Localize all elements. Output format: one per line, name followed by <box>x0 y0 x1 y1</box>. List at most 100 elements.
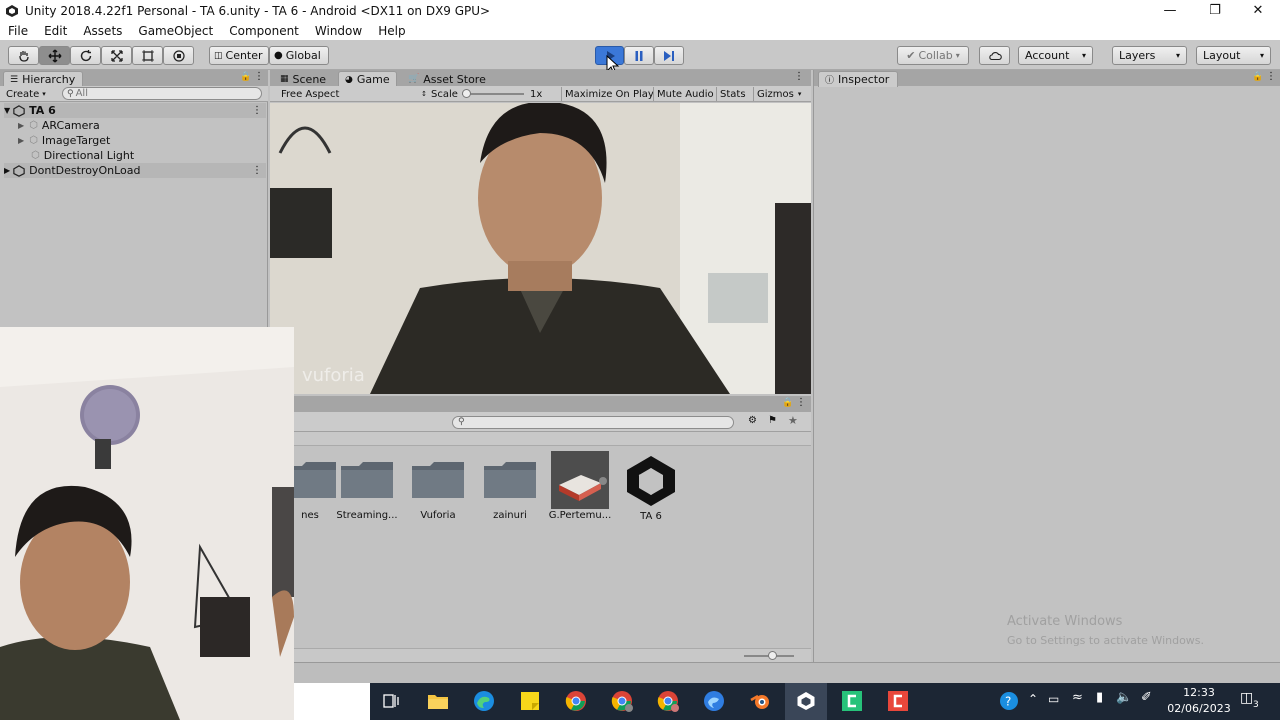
chrome-icon[interactable] <box>655 688 681 714</box>
taskbar-search-box[interactable] <box>294 683 370 720</box>
lock-icon[interactable]: 🔒 <box>1252 72 1263 82</box>
edge-glyph <box>474 691 494 711</box>
scale-slider[interactable] <box>462 89 524 98</box>
collab-button[interactable]: ✔ Collab ▾ <box>897 46 969 65</box>
project-item-folder[interactable]: Vuforia <box>403 458 473 521</box>
restore-icon[interactable]: ❐ <box>1192 0 1238 21</box>
microphone-icon[interactable]: ▮ <box>1096 690 1103 705</box>
hierarchy-tabbar: ☰ Hierarchy 🔒 ⋮ <box>0 70 268 87</box>
panel-menu-icon[interactable]: ⋮ <box>794 71 804 82</box>
sticky-notes-icon[interactable] <box>517 688 543 714</box>
pause-button[interactable] <box>624 46 654 65</box>
folder-icon <box>484 462 536 498</box>
grid-icon: ▦ <box>280 74 289 84</box>
blender-icon[interactable] <box>747 688 773 714</box>
chrome-icon[interactable] <box>609 688 635 714</box>
menu-file[interactable]: File <box>0 24 36 38</box>
project-item-scene[interactable]: TA 6 <box>616 456 686 522</box>
tab-scene[interactable]: ▦ Scene <box>274 71 332 87</box>
icon-size-slider-handle[interactable] <box>768 651 777 660</box>
tab-inspector[interactable]: ⓘ Inspector <box>818 71 898 87</box>
tab-game[interactable]: ◕ Game <box>338 71 397 87</box>
maximize-on-play-toggle[interactable]: Maximize On Play <box>561 87 657 101</box>
scene-row[interactable]: ▼ TA 6 ⋮ <box>4 103 266 118</box>
hand-tool-button[interactable] <box>8 46 39 65</box>
check-icon: ✔ <box>906 49 916 62</box>
project-item-folder[interactable]: Streaming... <box>332 458 402 521</box>
menu-assets[interactable]: Assets <box>75 24 130 38</box>
account-dropdown[interactable]: Account ▾ <box>1018 46 1093 65</box>
mute-audio-toggle[interactable]: Mute Audio <box>653 87 717 101</box>
rotate-tool-button[interactable] <box>70 46 101 65</box>
create-dropdown[interactable]: Create ▾ <box>6 87 46 101</box>
menu-component[interactable]: Component <box>221 24 307 38</box>
cloud-button[interactable] <box>979 46 1010 65</box>
close-icon[interactable]: ✕ <box>1235 0 1280 21</box>
space-global-button[interactable]: ● Global <box>269 46 329 65</box>
hierarchy-item-label: ARCamera <box>41 119 100 132</box>
dontdestroy-row[interactable]: ▶ DontDestroyOnLoad ⋮ <box>4 163 266 178</box>
menu-gameobject[interactable]: GameObject <box>130 24 221 38</box>
aspect-dropdown[interactable]: Free Aspect ↕ <box>281 87 427 101</box>
edge-beta-icon[interactable] <box>701 688 727 714</box>
file-explorer-icon[interactable] <box>425 688 451 714</box>
project-search-input[interactable]: ⚲ <box>452 416 734 429</box>
volume-icon[interactable]: 🔈 <box>1116 690 1132 705</box>
task-view-icon[interactable] <box>378 688 404 714</box>
activate-windows-subtitle: Go to Settings to activate Windows. <box>1007 634 1205 647</box>
notification-center-button[interactable]: ◫ 3 <box>1240 690 1264 714</box>
tab-asset-store[interactable]: 🛒 Asset Store <box>402 71 492 87</box>
project-item-label: zainuri <box>493 510 527 521</box>
hierarchy-item[interactable]: ▶ ⬡ ARCamera <box>18 118 100 133</box>
stats-toggle[interactable]: Stats <box>716 87 749 101</box>
hierarchy-item[interactable]: ▶ ⬡ ImageTarget <box>18 133 110 148</box>
menu-window[interactable]: Window <box>307 24 370 38</box>
project-item-folder[interactable]: zainuri <box>475 458 545 521</box>
project-item-model[interactable]: G.Pertemu... <box>545 451 615 521</box>
rect-tool-button[interactable] <box>132 46 163 65</box>
battery-icon[interactable]: ▭ <box>1048 692 1059 706</box>
panel-menu-icon[interactable]: ⋮ <box>796 397 806 408</box>
move-tool-button[interactable] <box>39 46 70 65</box>
wifi-icon[interactable]: ≈ <box>1072 690 1083 705</box>
scene-menu-icon[interactable]: ⋮ <box>252 165 262 176</box>
unity-icon[interactable] <box>793 688 819 714</box>
edge-icon[interactable] <box>471 688 497 714</box>
clock-date: 02/06/2023 <box>1167 702 1231 715</box>
scale-slider-handle[interactable] <box>462 89 471 98</box>
scene-menu-icon[interactable]: ⋮ <box>252 105 262 116</box>
chrome-icon[interactable] <box>563 688 589 714</box>
transform-tool-button[interactable] <box>163 46 194 65</box>
lock-icon[interactable]: 🔒 <box>240 72 251 82</box>
tab-hierarchy[interactable]: ☰ Hierarchy <box>3 71 83 87</box>
menu-edit[interactable]: Edit <box>36 24 75 38</box>
chevron-up-icon[interactable]: ⌃ <box>1028 692 1038 706</box>
menu-help[interactable]: Help <box>370 24 413 38</box>
hierarchy-item[interactable]: ⬡ Directional Light <box>31 148 134 163</box>
help-icon[interactable]: ? <box>996 688 1022 714</box>
minimize-icon[interactable]: — <box>1147 0 1193 21</box>
hierarchy-search-input[interactable]: ⚲ All <box>62 87 262 100</box>
gizmos-dropdown[interactable]: Gizmos ▾ <box>753 87 804 101</box>
lock-icon[interactable]: 🔒 <box>782 398 793 408</box>
filter-type-icon[interactable]: ⚙ <box>748 415 757 426</box>
green-app-icon[interactable] <box>839 688 865 714</box>
pivot-center-button[interactable]: ◫ Center <box>209 46 269 65</box>
window-title: Unity 2018.4.22f1 Personal - TA 6.unity … <box>25 3 491 18</box>
layout-dropdown[interactable]: Layout ▾ <box>1196 46 1271 65</box>
scale-tool-button[interactable] <box>101 46 132 65</box>
edge-beta-glyph <box>704 691 724 711</box>
layers-dropdown[interactable]: Layers ▾ <box>1112 46 1187 65</box>
hand-icon <box>18 50 29 62</box>
step-button[interactable] <box>654 46 684 65</box>
icon-size-slider[interactable] <box>744 651 794 660</box>
rect-icon <box>141 49 154 62</box>
game-view[interactable]: vuforia <box>270 103 811 394</box>
label-icon[interactable]: ⚑ <box>768 415 777 426</box>
star-icon[interactable]: ★ <box>788 414 798 427</box>
taskbar-clock[interactable]: 12:33 02/06/2023 <box>1166 685 1232 719</box>
red-app-icon[interactable] <box>885 688 911 714</box>
pen-icon[interactable]: ✐ <box>1141 690 1152 705</box>
panel-menu-icon[interactable]: ⋮ <box>1266 71 1276 82</box>
panel-menu-icon[interactable]: ⋮ <box>254 71 264 82</box>
